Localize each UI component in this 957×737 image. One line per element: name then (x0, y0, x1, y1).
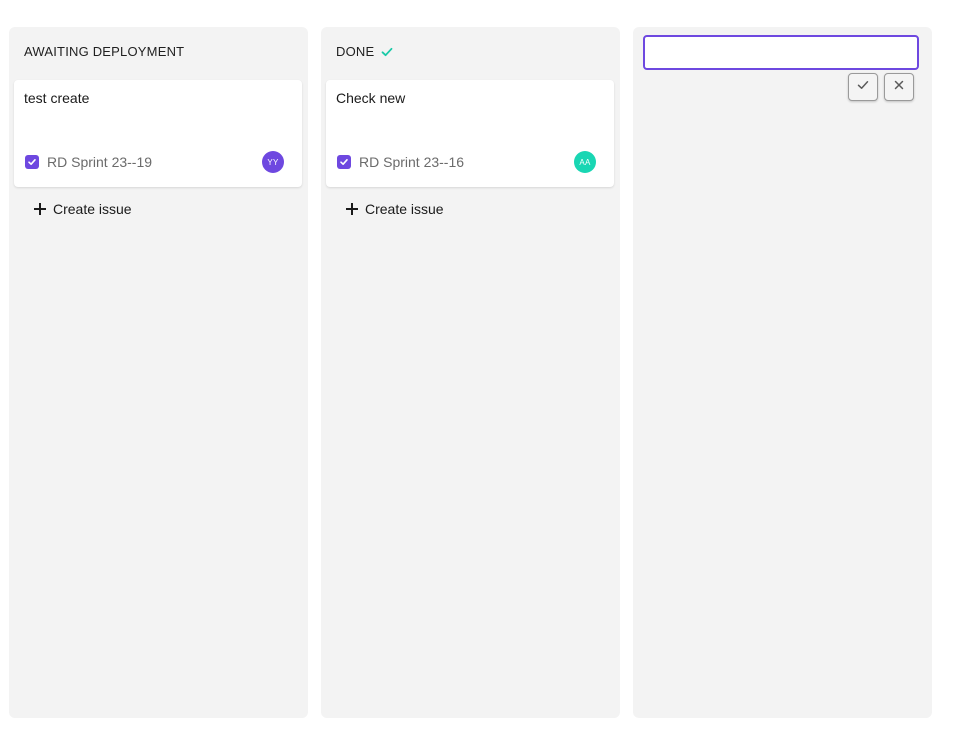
sprint-label: RD Sprint 23--19 (47, 154, 153, 170)
create-issue-label: Create issue (365, 201, 444, 217)
issue-card[interactable]: test create RD Sprint 23--19 YY (14, 80, 302, 187)
issue-title: test create (24, 90, 90, 106)
checkbox-icon (25, 155, 39, 169)
column-name-input[interactable] (643, 35, 919, 70)
avatar[interactable]: AA (574, 151, 596, 173)
plus-icon (34, 203, 46, 215)
create-issue-button[interactable]: Create issue (346, 201, 444, 217)
new-column (633, 27, 932, 718)
column-done: DONE Check new RD Sprint 23--16 AA Creat… (321, 27, 620, 718)
create-issue-button[interactable]: Create issue (34, 201, 132, 217)
issue-footer: RD Sprint 23--19 YY (25, 151, 284, 173)
plus-icon (346, 203, 358, 215)
column-header: AWAITING DEPLOYMENT (24, 44, 184, 59)
close-icon (893, 78, 905, 96)
avatar[interactable]: YY (262, 151, 284, 173)
confirm-button[interactable] (848, 73, 878, 101)
column-awaiting-deployment: AWAITING DEPLOYMENT test create RD Sprin… (9, 27, 308, 718)
column-title: AWAITING DEPLOYMENT (24, 44, 185, 59)
issue-title: Check new (336, 90, 406, 106)
column-title: DONE (336, 44, 375, 59)
create-issue-label: Create issue (53, 201, 132, 217)
column-header: DONE (336, 44, 394, 59)
sprint-label: RD Sprint 23--16 (359, 154, 465, 170)
checkbox-icon (337, 155, 351, 169)
issue-footer: RD Sprint 23--16 AA (337, 151, 596, 173)
cancel-button[interactable] (884, 73, 914, 101)
check-icon (380, 45, 394, 59)
check-icon (856, 78, 870, 97)
kanban-board: AWAITING DEPLOYMENT test create RD Sprin… (0, 0, 957, 737)
issue-card[interactable]: Check new RD Sprint 23--16 AA (326, 80, 614, 187)
